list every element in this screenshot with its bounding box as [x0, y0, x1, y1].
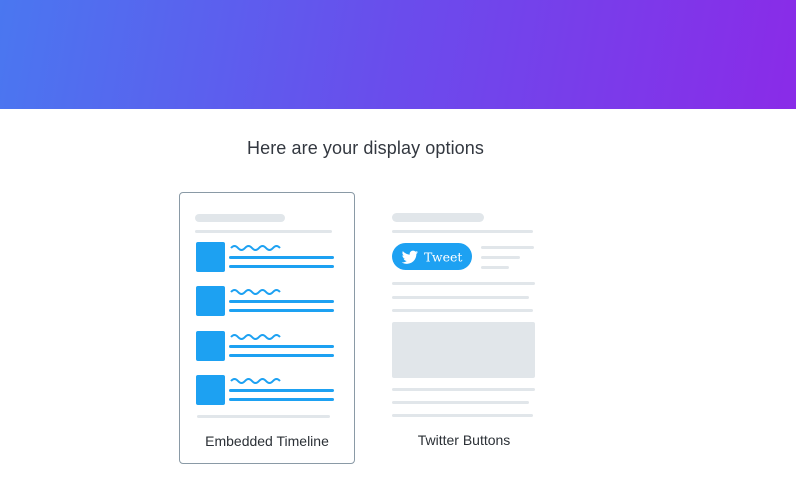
- tweet-avatar: [196, 375, 225, 405]
- placeholder-line: [392, 401, 529, 404]
- tweet-text-line: [229, 398, 334, 401]
- tweet-text-line: [229, 309, 334, 312]
- placeholder-line: [392, 282, 535, 285]
- placeholder-line: [481, 266, 509, 269]
- placeholder-line: [392, 309, 533, 312]
- placeholder-line: [392, 414, 533, 417]
- tweet-author-squiggle: [230, 378, 281, 384]
- tweet-text-line: [229, 265, 334, 268]
- placeholder-line: [392, 230, 533, 233]
- tweet-avatar: [196, 331, 225, 361]
- option-label: Twitter Buttons: [417, 432, 511, 448]
- placeholder-line: [481, 246, 534, 249]
- placeholder-bar: [392, 213, 484, 222]
- placeholder-line: [392, 296, 529, 299]
- tweet-author-squiggle: [230, 245, 281, 251]
- tweet-avatar: [196, 242, 225, 272]
- tweet-text-line: [229, 354, 334, 357]
- timeline-preview-illustration: [195, 214, 334, 418]
- placeholder-line: [481, 256, 520, 259]
- placeholder-media: [392, 322, 535, 378]
- tweet-button-label: Tweet: [424, 250, 462, 265]
- tweet-text-line: [229, 345, 334, 348]
- buttons-preview-illustration: Tweet: [392, 213, 535, 417]
- placeholder-line: [392, 388, 535, 391]
- option-card-twitter-buttons[interactable]: Tweet Twitter Buttons: [376, 192, 552, 464]
- option-label: Embedded Timeline: [205, 433, 329, 449]
- tweet-text-line: [229, 256, 334, 259]
- tweet-avatar: [196, 286, 225, 316]
- placeholder-line: [195, 230, 332, 233]
- page-heading: Here are your display options: [246, 138, 485, 158]
- placeholder-line: [197, 415, 330, 418]
- tweet-author-squiggle: [230, 334, 281, 340]
- placeholder-bar: [195, 214, 285, 222]
- hero-banner: [0, 0, 796, 109]
- tweet-author-squiggle: [230, 289, 281, 295]
- option-card-embedded-timeline[interactable]: Embedded Timeline: [179, 192, 355, 464]
- tweet-text-line: [229, 389, 334, 392]
- tweet-text-line: [229, 300, 334, 303]
